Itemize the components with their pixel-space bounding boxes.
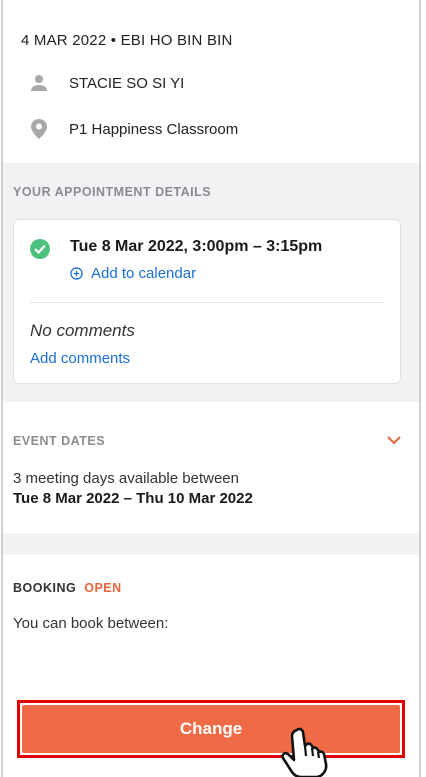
location-name: P1 Happiness Classroom bbox=[69, 120, 239, 138]
event-dates-section: EVENT DATES 3 meeting days available bet… bbox=[3, 402, 419, 533]
person-name: STACIE SO SI YI bbox=[69, 74, 185, 92]
pointing-hand-icon bbox=[281, 727, 328, 777]
appointment-card: Tue 8 Mar 2022, 3:00pm – 3:15pm Add to c… bbox=[13, 219, 401, 384]
add-to-calendar-label: Add to calendar bbox=[91, 265, 197, 282]
event-dates-text: 3 meeting days available between bbox=[13, 470, 239, 487]
appointment-time: Tue 8 Mar 2022, 3:00pm – 3:15pm bbox=[70, 238, 323, 255]
booking-text: You can book between: bbox=[13, 615, 169, 632]
appointment-row: Tue 8 Mar 2022, 3:00pm – 3:15pm Add to c… bbox=[30, 238, 384, 282]
check-circle-icon bbox=[30, 239, 50, 259]
change-button[interactable]: Change bbox=[22, 705, 400, 753]
event-dates-header[interactable]: EVENT DATES bbox=[13, 432, 401, 450]
add-comments-link[interactable]: Add comments bbox=[30, 350, 384, 367]
chevron-down-icon[interactable] bbox=[387, 432, 401, 450]
location-pin-icon bbox=[27, 117, 51, 141]
section-spacer bbox=[3, 533, 419, 555]
event-dates-label: EVENT DATES bbox=[13, 434, 106, 448]
appointment-section-label: YOUR APPOINTMENT DETAILS bbox=[13, 185, 212, 199]
booking-section: BOOKING OPEN You can book between: bbox=[3, 555, 419, 635]
person-icon bbox=[27, 71, 51, 95]
event-dates-range: Tue 8 Mar 2022 – Thu 10 Mar 2022 bbox=[13, 490, 253, 507]
appointment-info: Tue 8 Mar 2022, 3:00pm – 3:15pm Add to c… bbox=[70, 238, 322, 282]
plus-circle-icon bbox=[70, 267, 83, 280]
header-block: 4 MAR 2022 • EBI HO BIN BIN STACIE SO SI… bbox=[3, 0, 419, 141]
event-meta: 4 MAR 2022 • EBI HO BIN BIN bbox=[21, 32, 233, 49]
add-to-calendar-link[interactable]: Add to calendar bbox=[70, 265, 322, 282]
booking-status-badge: OPEN bbox=[84, 581, 122, 595]
change-button-highlight: Change bbox=[17, 700, 405, 758]
appointment-details-section: YOUR APPOINTMENT DETAILS Tue 8 Mar 2022,… bbox=[3, 163, 419, 402]
person-row: STACIE SO SI YI bbox=[21, 71, 401, 95]
booking-label: BOOKING bbox=[13, 581, 77, 595]
no-comments-text: No comments bbox=[30, 321, 135, 340]
booking-label-row: BOOKING OPEN bbox=[13, 581, 401, 595]
appointment-screen: 4 MAR 2022 • EBI HO BIN BIN STACIE SO SI… bbox=[1, 0, 421, 777]
location-row: P1 Happiness Classroom bbox=[21, 117, 401, 141]
card-divider bbox=[30, 302, 384, 303]
